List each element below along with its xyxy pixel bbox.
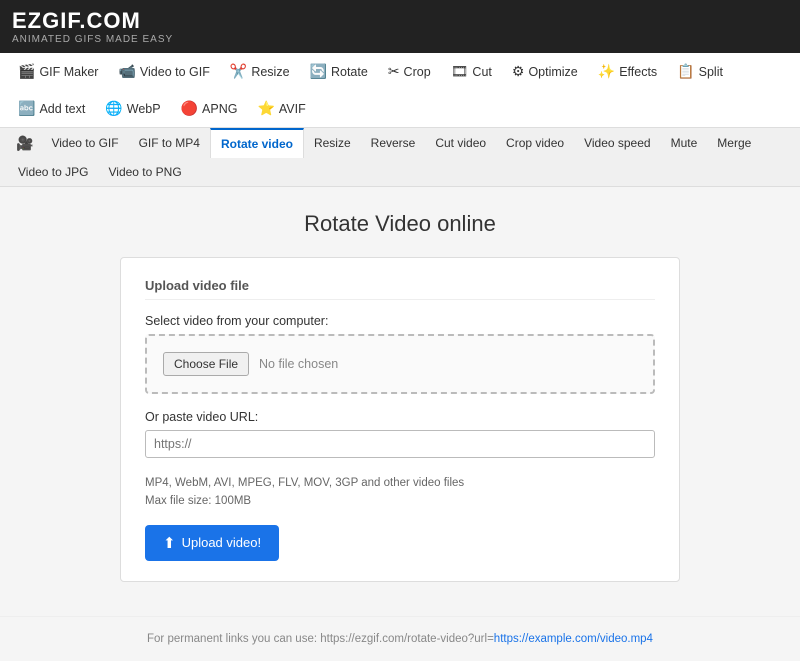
nav-resize[interactable]: ✂️Resize: [220, 53, 300, 90]
sub-nav-video-icon: 🎥: [8, 129, 41, 158]
url-label: Or paste video URL:: [145, 410, 655, 424]
site-logo: EZGIF.COM: [12, 8, 788, 34]
site-header: EZGIF.COM Animated GIFs Made Easy: [0, 0, 800, 53]
file-select-group: Select video from your computer: Choose …: [145, 314, 655, 394]
upload-button[interactable]: ⬆ Upload video!: [145, 525, 279, 561]
nav-rotate[interactable]: 🔄Rotate: [300, 53, 378, 90]
subnav-mute[interactable]: Mute: [661, 129, 708, 157]
info-line1: MP4, WebM, AVI, MPEG, FLV, MOV, 3GP and …: [145, 474, 655, 492]
file-input-area: Choose File No file chosen: [145, 334, 655, 394]
nav-apng[interactable]: 🔴APNG: [171, 90, 248, 127]
nav-effects[interactable]: ✨Effects: [588, 53, 667, 90]
page-content: Rotate Video online Upload video file Se…: [0, 187, 800, 606]
url-input[interactable]: [145, 430, 655, 458]
subnav-reverse[interactable]: Reverse: [361, 129, 426, 157]
nav-add-text[interactable]: 🔤Add text: [8, 90, 95, 127]
cut-icon: 🎞: [451, 63, 469, 80]
optimize-icon: ⚙: [512, 63, 525, 80]
select-video-label: Select video from your computer:: [145, 314, 655, 328]
footer-text: For permanent links you can use: https:/…: [147, 633, 494, 645]
no-file-chosen-text: No file chosen: [259, 357, 338, 371]
nav-gif-maker[interactable]: 🎬GIF Maker: [8, 53, 108, 90]
footer-link[interactable]: https://example.com/video.mp4: [494, 633, 653, 645]
choose-file-button[interactable]: Choose File: [163, 352, 249, 376]
main-nav: 🎬GIF Maker 📹Video to GIF ✂️Resize 🔄Rotat…: [0, 53, 800, 128]
subnav-gif-to-mp4[interactable]: GIF to MP4: [129, 129, 210, 157]
sub-nav: 🎥 Video to GIF GIF to MP4 Rotate video R…: [0, 128, 800, 187]
apng-icon: 🔴: [181, 100, 198, 117]
nav-webp[interactable]: 🌐WebP: [95, 90, 170, 127]
gif-maker-icon: 🎬: [18, 63, 35, 80]
nav-video-to-gif[interactable]: 📹Video to GIF: [108, 53, 219, 90]
upload-card-title: Upload video file: [145, 278, 655, 300]
subnav-merge[interactable]: Merge: [707, 129, 761, 157]
subnav-rotate-video[interactable]: Rotate video: [210, 128, 304, 158]
subnav-crop-video[interactable]: Crop video: [496, 129, 574, 157]
upload-card: Upload video file Select video from your…: [120, 257, 680, 582]
subnav-video-to-gif[interactable]: Video to GIF: [41, 129, 128, 157]
file-info-text: MP4, WebM, AVI, MPEG, FLV, MOV, 3GP and …: [145, 474, 655, 511]
nav-crop[interactable]: ✂Crop: [378, 53, 441, 90]
subnav-video-to-png[interactable]: Video to PNG: [99, 158, 192, 186]
subnav-video-to-jpg[interactable]: Video to JPG: [8, 158, 99, 186]
site-tagline: Animated GIFs Made Easy: [12, 34, 788, 45]
subnav-video-speed[interactable]: Video speed: [574, 129, 661, 157]
url-input-group: Or paste video URL:: [145, 410, 655, 458]
avif-icon: ⭐: [257, 100, 274, 117]
nav-optimize[interactable]: ⚙Optimize: [502, 53, 588, 90]
logo-text: EZGIF.COM: [12, 8, 141, 33]
split-icon: 📋: [677, 63, 694, 80]
resize-icon: ✂️: [230, 63, 247, 80]
video-to-gif-icon: 📹: [118, 63, 135, 80]
subnav-resize[interactable]: Resize: [304, 129, 361, 157]
webp-icon: 🌐: [105, 100, 122, 117]
effects-icon: ✨: [598, 63, 615, 80]
rotate-icon: 🔄: [310, 63, 327, 80]
subnav-cut-video[interactable]: Cut video: [425, 129, 496, 157]
crop-icon: ✂: [388, 63, 400, 80]
nav-avif[interactable]: ⭐AVIF: [247, 90, 315, 127]
add-text-icon: 🔤: [18, 100, 35, 117]
page-title: Rotate Video online: [20, 211, 780, 237]
info-line2: Max file size: 100MB: [145, 492, 655, 510]
nav-split[interactable]: 📋Split: [667, 53, 733, 90]
page-footer: For permanent links you can use: https:/…: [0, 616, 800, 661]
nav-cut[interactable]: 🎞Cut: [441, 53, 502, 90]
upload-icon: ⬆: [163, 534, 176, 552]
